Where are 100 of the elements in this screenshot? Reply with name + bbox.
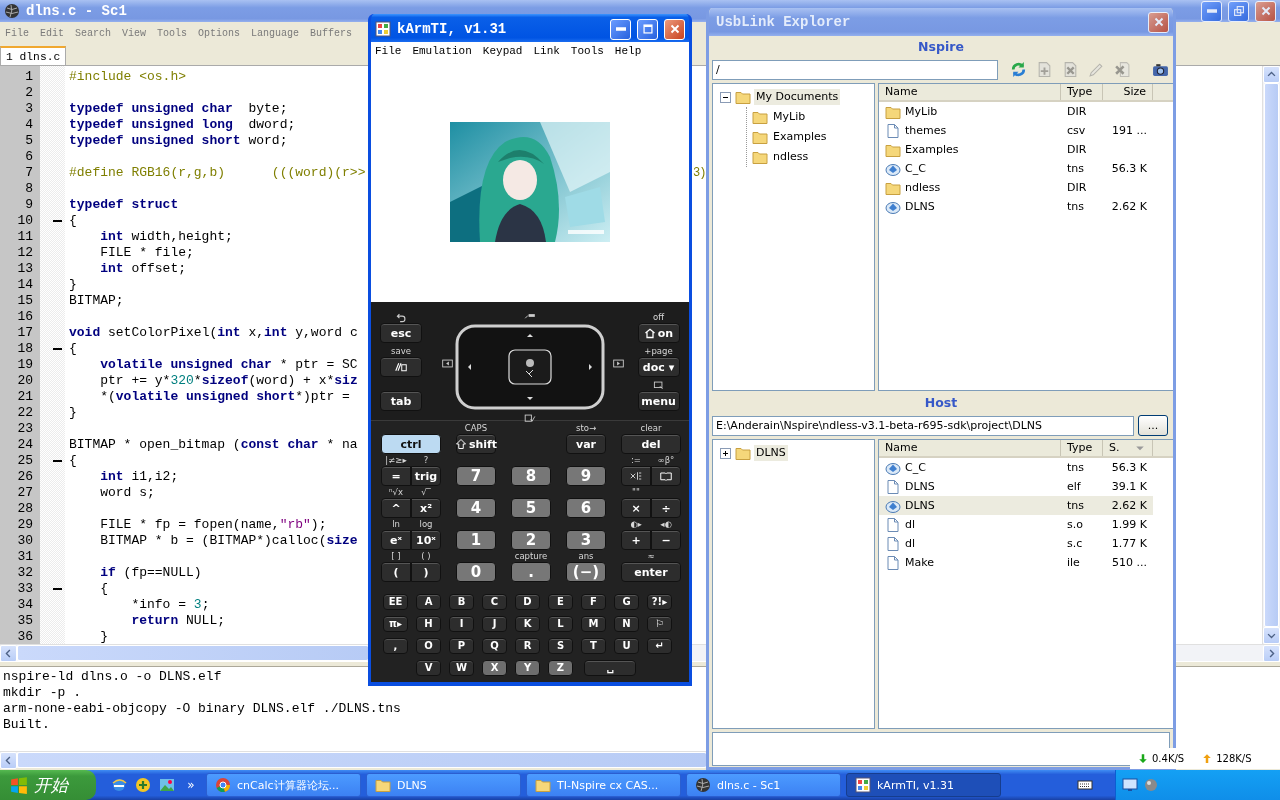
calculator-key[interactable]: menu: [637, 391, 680, 411]
calculator-key[interactable]: C: [482, 594, 507, 610]
menu-item[interactable]: File: [375, 45, 402, 59]
file-row[interactable]: dl s.o 1.99 K: [879, 515, 1153, 534]
calculator-key[interactable]: F: [581, 594, 606, 610]
tree-item[interactable]: My Documents: [754, 89, 841, 105]
calculator-key[interactable]: =: [381, 466, 411, 486]
calculator-key[interactable]: B: [449, 594, 474, 610]
calculator-key[interactable]: R: [515, 638, 540, 654]
calculator-key[interactable]: .: [511, 562, 551, 582]
file-row[interactable]: DLNS tns 2.62 K: [879, 197, 1153, 216]
minimize-button[interactable]: [610, 18, 631, 40]
calculator-key[interactable]: V: [416, 660, 441, 676]
calculator-key[interactable]: ?!▸: [647, 594, 672, 610]
calculator-key[interactable]: 3: [566, 530, 606, 550]
fold-marker-icon[interactable]: [53, 460, 62, 462]
calculator-key[interactable]: O: [416, 638, 441, 654]
tree-item[interactable]: MyLib: [771, 109, 808, 125]
column-header[interactable]: Type: [1061, 440, 1103, 456]
column-header[interactable]: Size: [1103, 84, 1153, 100]
file-row[interactable]: C_C tns 56.3 K: [879, 458, 1153, 477]
browse-button[interactable]: ...: [1138, 415, 1168, 436]
tab[interactable]: 1 dlns.c: [0, 46, 67, 65]
calculator-key[interactable]: trig: [411, 466, 441, 486]
calculator-key[interactable]: on: [637, 323, 680, 343]
calculator-key[interactable]: ⚐: [647, 616, 672, 632]
calculator-key[interactable]: 8: [511, 466, 551, 486]
calculator-key[interactable]: J: [482, 616, 507, 632]
calculator-key[interactable]: [380, 357, 422, 377]
file-row[interactable]: DLNS tns 2.62 K: [879, 496, 1153, 515]
menu-item[interactable]: Search: [75, 28, 112, 40]
column-header[interactable]: Type: [1061, 84, 1103, 100]
start-button[interactable]: 开始: [0, 770, 96, 800]
scroll-down-button[interactable]: [1263, 627, 1280, 644]
calculator-key[interactable]: +: [621, 530, 651, 550]
column-header[interactable]: S.: [1103, 440, 1153, 456]
fold-marker-icon[interactable]: [53, 220, 62, 222]
calculator-key[interactable]: A: [416, 594, 441, 610]
calculator-key[interactable]: T: [581, 638, 606, 654]
calculator-key[interactable]: ): [411, 562, 441, 582]
menu-item[interactable]: Language: [251, 28, 300, 40]
calculator-key[interactable]: L: [548, 616, 573, 632]
minimize-button[interactable]: [1201, 0, 1222, 22]
calculator-key[interactable]: G: [614, 594, 639, 610]
calculator-key[interactable]: ^: [381, 498, 411, 518]
file-row[interactable]: Examples DIR: [879, 140, 1153, 159]
calculator-key[interactable]: esc: [380, 323, 422, 343]
file-row[interactable]: ndless DIR: [879, 178, 1153, 197]
calculator-key[interactable]: W: [449, 660, 474, 676]
calculator-key[interactable]: D: [515, 594, 540, 610]
calculator-key[interactable]: shift: [456, 434, 496, 454]
calculator-key[interactable]: P: [449, 638, 474, 654]
calculator-key[interactable]: [621, 466, 651, 486]
overflow-button[interactable]: »: [180, 779, 202, 791]
calculator-key[interactable]: M: [581, 616, 606, 632]
calculator-key[interactable]: var: [566, 434, 606, 454]
calculator-key[interactable]: (: [381, 562, 411, 582]
calculator-key[interactable]: N: [614, 616, 639, 632]
calculator-key[interactable]: 10ˣ: [411, 530, 441, 550]
tree-item[interactable]: DLNS: [754, 445, 788, 461]
file-row[interactable]: themes csv 191 ...: [879, 121, 1153, 140]
calculator-key[interactable]: E: [548, 594, 573, 610]
calculator-key[interactable]: 4: [456, 498, 496, 518]
calculator-key[interactable]: Y: [515, 660, 540, 676]
scroll-left-button[interactable]: [0, 752, 17, 769]
close-button[interactable]: [1255, 0, 1276, 22]
collapse-icon[interactable]: [719, 90, 732, 104]
calculator-key[interactable]: 1: [456, 530, 496, 550]
scrollbar-thumb[interactable]: [1264, 83, 1279, 627]
menu-item[interactable]: Options: [198, 28, 241, 40]
calculator-key[interactable]: x²: [411, 498, 441, 518]
calculator-key[interactable]: Z: [548, 660, 573, 676]
calculator-key[interactable]: ctrl: [381, 434, 441, 454]
calculator-key[interactable]: ␣: [584, 660, 636, 676]
keyboard-icon[interactable]: [1077, 777, 1093, 793]
tree-item[interactable]: Examples: [771, 129, 829, 145]
calculator-key[interactable]: enter: [621, 562, 681, 582]
calculator-key[interactable]: S: [548, 638, 573, 654]
calculator-key[interactable]: Q: [482, 638, 507, 654]
close-button[interactable]: [1148, 11, 1169, 33]
globe-button[interactable]: [110, 776, 128, 794]
circle-icon[interactable]: [1143, 777, 1159, 793]
menu-item[interactable]: Help: [614, 45, 642, 59]
menu-item[interactable]: Edit: [40, 28, 65, 40]
monitor-icon[interactable]: [1122, 777, 1138, 793]
path-field[interactable]: /: [712, 59, 998, 80]
menu-item[interactable]: Tools: [570, 45, 604, 59]
calculator-key[interactable]: −: [651, 530, 681, 550]
calculator-key[interactable]: doc ▾: [637, 357, 680, 377]
path-field[interactable]: E:\Anderain\Nspire\ndless-v3.1-beta-r695-sdk\project\DLNS: [712, 415, 1134, 436]
column-header[interactable]: Name: [879, 84, 1061, 100]
calculator-key[interactable]: 6: [566, 498, 606, 518]
tree-item[interactable]: ndless: [771, 149, 811, 165]
touchpad[interactable]: [455, 324, 605, 410]
scroll-up-button[interactable]: [1263, 66, 1280, 83]
calculator-key[interactable]: X: [482, 660, 507, 676]
menu-item[interactable]: Link: [533, 45, 560, 59]
calculator-key[interactable]: ,: [383, 638, 408, 654]
calculator-key[interactable]: del: [621, 434, 681, 454]
calculator-key[interactable]: K: [515, 616, 540, 632]
